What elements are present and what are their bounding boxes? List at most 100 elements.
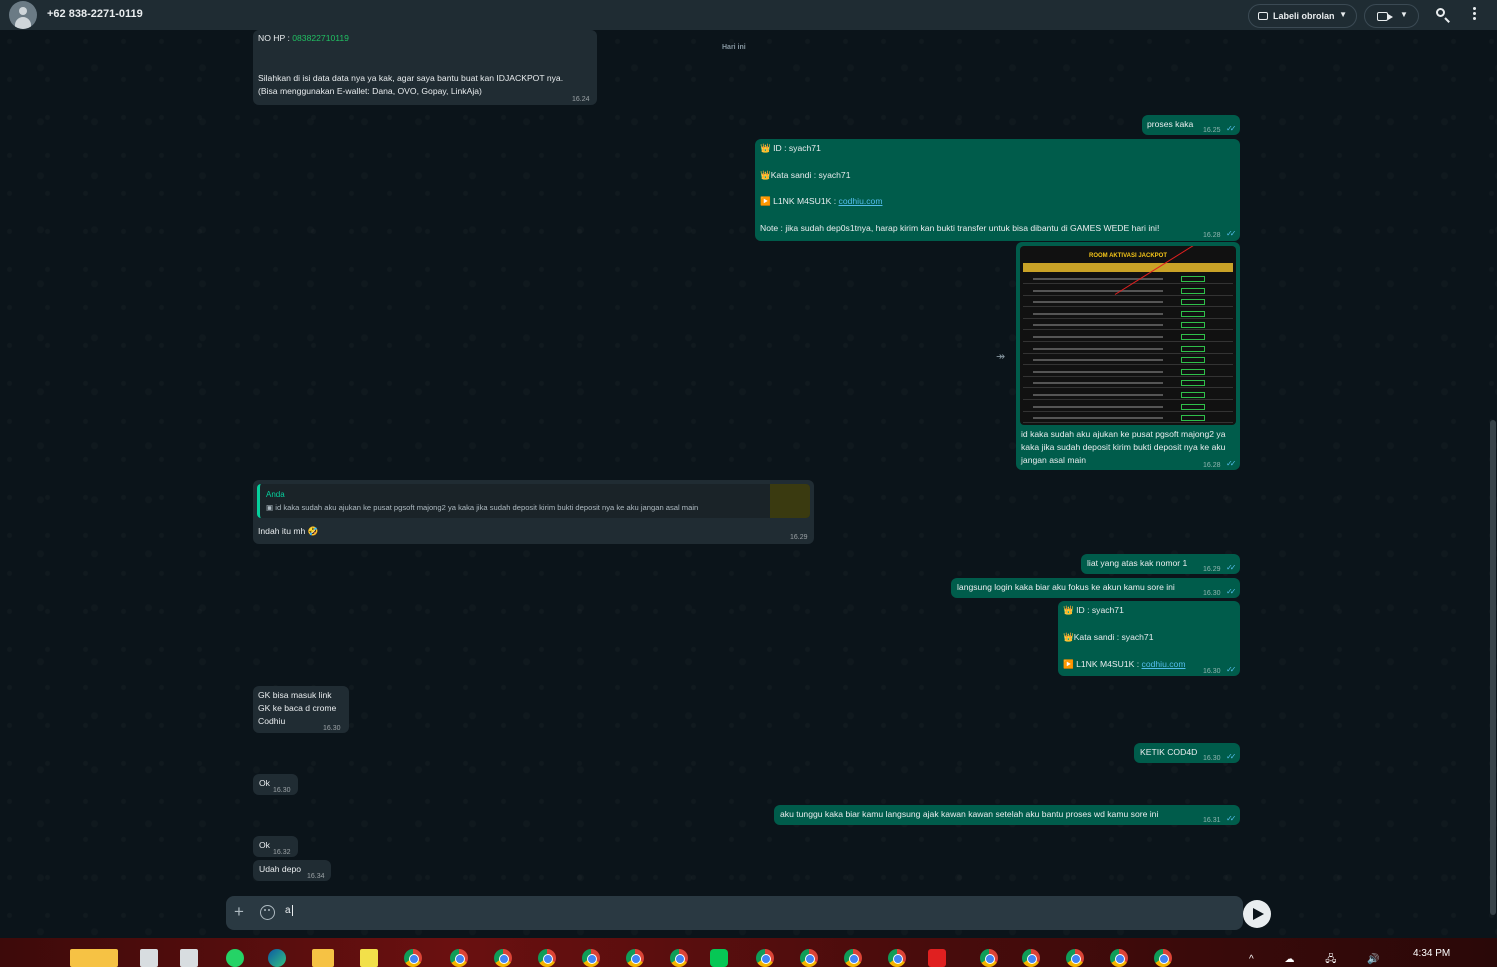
message-input[interactable]: a [285, 905, 293, 916]
video-call-button[interactable]: ▼ [1364, 4, 1419, 28]
message-time: 16.30 [1203, 590, 1221, 597]
outgoing-message[interactable]: proses kaka 16.25 ✓✓ [1142, 115, 1240, 135]
more-menu-icon[interactable] [1468, 7, 1480, 23]
read-ticks-icon: ✓✓ [1226, 587, 1237, 596]
contact-name[interactable]: +62 838-2271-0119 [47, 8, 143, 20]
label-chat-button[interactable]: Labeli obrolan ▼ [1248, 4, 1357, 28]
message-link[interactable]: codhiu.com [1142, 659, 1186, 669]
chrome-icon[interactable] [582, 949, 600, 967]
id-line: 👑 ID : syach71 [1063, 605, 1124, 615]
message-text: KETIK COD4D [1140, 747, 1198, 757]
image-small-icon: ▣ [266, 503, 276, 512]
incoming-message[interactable]: NO HP : 083822710119 Silahkan di isi dat… [253, 30, 597, 105]
message-text: langsung login kaka biar aku fokus ke ak… [957, 582, 1175, 592]
chrome-icon[interactable] [1154, 949, 1172, 967]
note-line: Note : jika sudah dep0s1tnya, harap kiri… [760, 223, 1160, 233]
image-table-row [1023, 367, 1233, 377]
video-call-icon [1377, 12, 1393, 21]
outgoing-image-message[interactable]: ROOM AKTIVASI JACKPOT id kaka sudah aku … [1016, 242, 1240, 470]
message-text: aku tunggu kaka biar kamu langsung ajak … [780, 809, 1159, 819]
message-time: 16.30 [273, 787, 291, 794]
incoming-reply-message[interactable]: Anda ▣ id kaka sudah aku ajukan ke pusat… [253, 480, 814, 544]
incoming-message[interactable]: Udah depo 16.34 [253, 860, 331, 881]
message-time: 16.30 [1203, 668, 1221, 675]
taskbar-clock[interactable]: 4:34 PM [1413, 948, 1450, 959]
message-time: 16.29 [1203, 566, 1221, 573]
forward-icon[interactable]: ↠ [996, 350, 1005, 363]
chrome-icon[interactable] [1066, 949, 1084, 967]
chevron-down-icon: ▼ [1339, 10, 1347, 19]
chrome-icon[interactable] [494, 949, 512, 967]
whatsapp-icon[interactable] [226, 949, 244, 967]
win-icon[interactable] [140, 949, 158, 967]
image-table-row [1023, 344, 1233, 354]
image-table-header [1023, 263, 1233, 272]
label-icon [1258, 12, 1268, 20]
chrome-icon[interactable] [756, 949, 774, 967]
chrome-icon[interactable] [404, 949, 422, 967]
image-table-row [1023, 309, 1233, 319]
chrome-icon[interactable] [670, 949, 688, 967]
message-text: Ok [259, 840, 270, 850]
message-time: 16.24 [572, 96, 590, 103]
jackpot-screenshot-image[interactable]: ROOM AKTIVASI JACKPOT [1020, 246, 1236, 425]
message-time: 16.28 [1203, 462, 1221, 469]
quote-thumbnail [770, 484, 810, 518]
incoming-message[interactable]: Ok 16.30 [253, 774, 298, 795]
chrome-icon[interactable] [888, 949, 906, 967]
message-time: 16.30 [323, 725, 341, 732]
read-ticks-icon: ✓✓ [1226, 459, 1237, 468]
image-table-row [1023, 378, 1233, 389]
system-tray[interactable]: ^ ☁ 🖧 🔊 [1249, 952, 1394, 967]
read-ticks-icon: ✓✓ [1226, 563, 1237, 572]
chrome-icon[interactable] [450, 949, 468, 967]
notes-icon[interactable] [360, 949, 378, 967]
chrome-icon[interactable] [626, 949, 644, 967]
search-icon[interactable] [1434, 6, 1452, 24]
chrome-icon[interactable] [800, 949, 818, 967]
quoted-message[interactable]: Anda ▣ id kaka sudah aku ajukan ke pusat… [257, 484, 810, 518]
folder-icon[interactable] [312, 949, 334, 967]
message-text: Ok [259, 778, 270, 788]
link-line: ▶️ L1NK M4SU1K : codhiu.com [760, 195, 882, 208]
quote-text-body: id kaka sudah aku ajukan ke pusat pgsoft… [275, 503, 699, 512]
wps-icon[interactable] [928, 949, 946, 967]
chrome-icon[interactable] [538, 949, 556, 967]
line-icon[interactable] [710, 949, 728, 967]
send-icon[interactable] [1243, 900, 1271, 928]
plus-icon[interactable]: + [234, 902, 244, 922]
chrome-icon[interactable] [1022, 949, 1040, 967]
folder-icon[interactable] [70, 949, 118, 967]
chrome-icon[interactable] [844, 949, 862, 967]
link-prefix: ▶️ L1NK M4SU1K : [760, 196, 837, 206]
avatar-icon[interactable] [9, 1, 37, 29]
quote-author: Anda [266, 490, 285, 499]
message-link[interactable]: codhiu.com [839, 196, 883, 206]
sticker-icon[interactable] [260, 905, 275, 920]
read-ticks-icon: ✓✓ [1226, 124, 1237, 133]
chat-scrollbar[interactable] [1490, 420, 1496, 915]
image-table-row [1023, 274, 1233, 284]
message-time: 16.25 [1203, 127, 1221, 134]
outgoing-message[interactable]: aku tunggu kaka biar kamu langsung ajak … [774, 805, 1240, 825]
message-time: 16.28 [1203, 232, 1221, 239]
read-ticks-icon: ✓✓ [1226, 814, 1237, 823]
edge-icon[interactable] [268, 949, 286, 967]
image-table-row [1023, 320, 1233, 331]
outgoing-message[interactable]: 👑 ID : syach71 👑Kata sandi : syach71 ▶️ … [755, 139, 1240, 241]
message-list[interactable]: Hari ini NO HP : 083822710119 Silahkan d… [0, 30, 1497, 938]
outgoing-message[interactable]: langsung login kaka biar aku fokus ke ak… [951, 578, 1240, 598]
outgoing-message[interactable]: 👑 ID : syach71 👑Kata sandi : syach71 ▶️ … [1058, 601, 1240, 676]
chrome-icon[interactable] [980, 949, 998, 967]
incoming-message[interactable]: Ok 16.32 [253, 836, 298, 857]
chrome-icon[interactable] [1110, 949, 1128, 967]
a-icon[interactable] [180, 949, 198, 967]
message-text: proses kaka [1147, 119, 1194, 129]
message-composer: + a [226, 896, 1243, 930]
image-table-row [1023, 355, 1233, 366]
incoming-message[interactable]: GK bisa masuk link GK ke baca d crome Co… [253, 686, 349, 733]
message-time: 16.34 [307, 873, 325, 880]
message-text: Udah depo [259, 864, 302, 874]
outgoing-message[interactable]: liat yang atas kak nomor 1 16.29 ✓✓ [1081, 554, 1240, 574]
outgoing-message[interactable]: KETIK COD4D 16.30 ✓✓ [1134, 743, 1240, 763]
